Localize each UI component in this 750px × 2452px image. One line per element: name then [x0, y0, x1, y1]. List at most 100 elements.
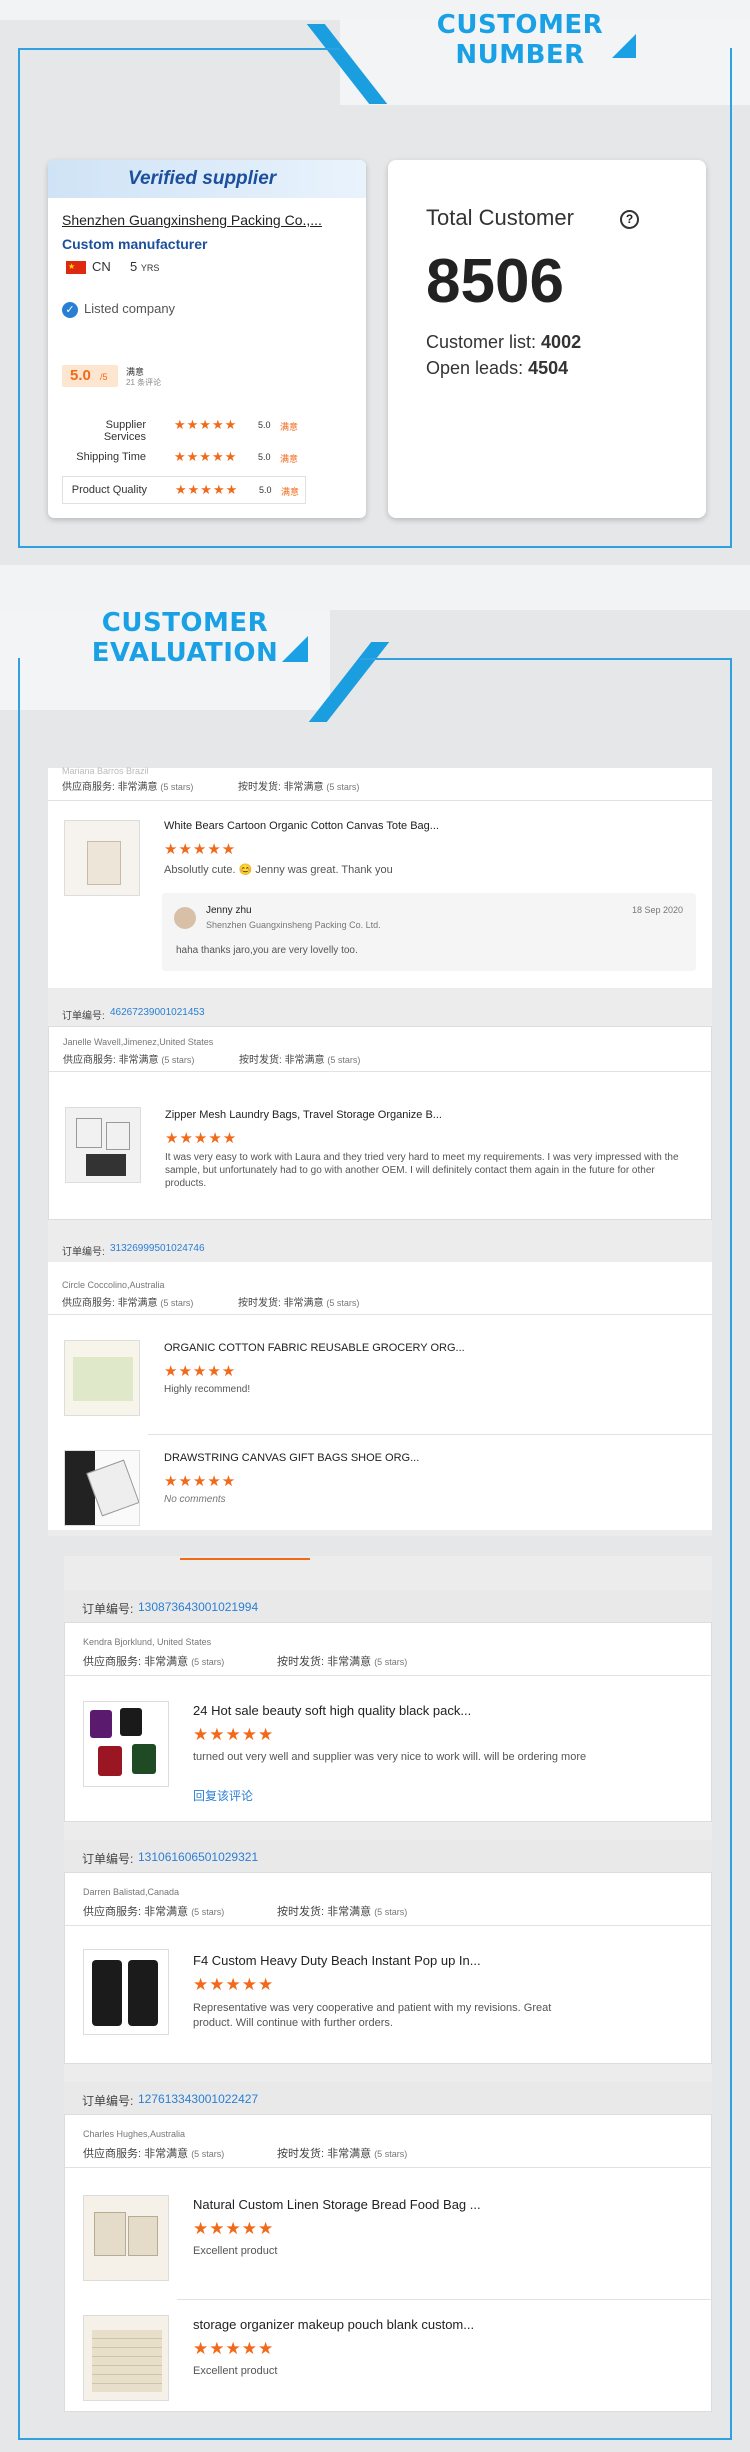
service-value: 非常满意	[144, 2148, 189, 2160]
service-row: 供应商服务: 非常满意 (5 stars)	[83, 2145, 224, 2161]
ship-value: 非常满意	[283, 1298, 324, 1309]
total-customer-card: Total Customer ? 8506 Customer list: 400…	[388, 160, 706, 518]
eval-frame-top-line	[360, 658, 732, 660]
listed-company: Listed company	[84, 301, 176, 316]
customer-list-value: 4002	[541, 332, 582, 352]
tab-underline	[180, 1558, 310, 1560]
buyer-name: Janelle Wavell,Jimenez,United States	[63, 1037, 214, 1047]
rating-label: Product Quality	[71, 484, 147, 496]
rating-label: Supplier Services	[103, 419, 146, 443]
order-number-link[interactable]: 130873643001021994	[138, 1600, 258, 1614]
service-label: 供应商服务:	[83, 1906, 142, 1918]
supplier-name-link[interactable]: Shenzhen Guangxinsheng Packing Co.,...	[62, 212, 358, 228]
ship-stars-note: (5 stars)	[326, 1298, 360, 1308]
rating-row: Shipping Time ★★★★★ 5.0 满意	[62, 444, 306, 472]
ship-row: 按时发货: 非常满意 (5 stars)	[238, 778, 359, 793]
rating-stars: ★★★★★	[174, 417, 238, 432]
order-label: 订单编号:	[62, 1247, 105, 1258]
tote-bag-image	[87, 841, 121, 885]
order-label: 订单编号:	[82, 1852, 134, 1866]
rating-value: 5.0	[259, 485, 272, 495]
customer-list-label: Customer list:	[426, 332, 537, 352]
mesh-bag-image	[76, 1118, 102, 1148]
buyer-name: Mariana Barros Brazil	[62, 766, 149, 776]
china-flag-icon: ★	[66, 261, 86, 274]
product-title[interactable]: White Bears Cartoon Organic Cotton Canva…	[164, 820, 439, 832]
help-icon[interactable]: ?	[620, 210, 639, 229]
rating-tag: 满意	[280, 422, 299, 432]
review-comment: No comments	[164, 1494, 226, 1505]
order-number-link[interactable]: 131061606501029321	[138, 1850, 258, 1864]
review-comment: turned out very well and supplier was ve…	[193, 1751, 587, 1763]
divider	[177, 2299, 713, 2300]
pouch-stack-image	[92, 2330, 162, 2392]
ship-row: 按时发货: 非常满意 (5 stars)	[238, 1294, 359, 1309]
divider	[148, 1434, 712, 1435]
rating-stars: ★★★★★	[164, 1363, 237, 1380]
rating-stars: ★★★★★	[164, 841, 237, 858]
order-number-link[interactable]: 127613343001022427	[138, 2092, 258, 2106]
reply-review-link[interactable]: 回复该评论	[193, 1787, 253, 1804]
order-bar: 订单编号: 130873643001021994	[64, 1590, 712, 1622]
years-unit: YRS	[140, 263, 160, 273]
product-title[interactable]: Natural Custom Linen Storage Bread Food …	[193, 2197, 481, 2212]
open-leads-row: Open leads: 4504	[426, 358, 568, 379]
open-leads-label: Open leads:	[426, 358, 524, 378]
service-row: 供应商服务: 非常满意 (5 stars)	[63, 1051, 194, 1066]
service-stars-note: (5 stars)	[191, 1657, 225, 1667]
years-value: 5	[130, 259, 138, 274]
open-leads-value: 4504	[528, 358, 569, 378]
service-value: 非常满意	[144, 1906, 189, 1918]
rating-stars: ★★★★★	[193, 1975, 275, 1994]
rating-stars: ★★★★★	[175, 482, 239, 497]
ship-row: 按时发货: 非常满意 (5 stars)	[277, 1903, 407, 1919]
product-thumbnail[interactable]	[83, 1701, 169, 1787]
service-value: 非常满意	[117, 1298, 158, 1309]
order-number-link[interactable]: 46267239001021453	[110, 1007, 205, 1018]
product-title[interactable]: ORGANIC COTTON FABRIC REUSABLE GROCERY O…	[164, 1342, 465, 1354]
service-value: 非常满意	[144, 1656, 189, 1668]
product-thumbnail[interactable]	[83, 2195, 169, 2281]
rating-stars: ★★★★★	[164, 1473, 237, 1490]
rating-stars: ★★★★★	[174, 449, 238, 464]
ship-label: 按时发货:	[277, 2148, 325, 2160]
buyer-name: Circle Coccolino,Australia	[62, 1280, 165, 1290]
ship-label: 按时发货:	[238, 782, 281, 793]
product-thumbnail[interactable]	[64, 1340, 140, 1416]
ship-stars-note: (5 stars)	[374, 2149, 408, 2159]
divider	[65, 2167, 713, 2168]
service-label: 供应商服务:	[63, 1055, 116, 1066]
review-comment: Excellent product	[193, 2245, 278, 2257]
pouch-image	[120, 1708, 142, 1736]
rating-row: Supplier Services ★★★★★ 5.0 满意	[62, 412, 306, 443]
product-title[interactable]: DRAWSTRING CANVAS GIFT BAGS SHOE ORG...	[164, 1452, 419, 1464]
review-block-4: Kendra Bjorklund, United States 供应商服务: 非…	[64, 1622, 713, 1822]
review-block-2: Janelle Wavell,Jimenez,United States 供应商…	[48, 1026, 713, 1220]
linen-bag-image	[128, 2216, 158, 2256]
product-thumbnail[interactable]	[64, 820, 140, 896]
score-value: 5.0	[70, 367, 91, 384]
total-title: Total Customer	[426, 205, 574, 230]
product-thumbnail[interactable]	[65, 1107, 141, 1183]
product-thumbnail[interactable]	[83, 1949, 169, 2035]
buyer-name: Darren Balistad,Canada	[83, 1887, 180, 1897]
product-title[interactable]: storage organizer makeup pouch blank cus…	[193, 2317, 474, 2332]
ship-label: 按时发货:	[277, 1906, 325, 1918]
order-label: 订单编号:	[82, 2094, 134, 2108]
ship-label: 按时发货:	[238, 1298, 281, 1309]
order-number-link[interactable]: 31326999501024746	[110, 1243, 205, 1254]
product-title[interactable]: 24 Hot sale beauty soft high quality bla…	[193, 1703, 471, 1718]
product-title[interactable]: F4 Custom Heavy Duty Beach Instant Pop u…	[193, 1953, 481, 1968]
ship-stars-note: (5 stars)	[326, 782, 360, 792]
product-thumbnail[interactable]	[83, 2315, 169, 2401]
rating-stars: ★★★★★	[165, 1130, 238, 1147]
product-thumbnail[interactable]	[64, 1450, 140, 1526]
supplier-type: Custom manufacturer	[62, 236, 208, 252]
service-stars-note: (5 stars)	[191, 2149, 225, 2159]
review-comment: Absolutly cute. 😊 Jenny was great. Thank…	[164, 864, 393, 876]
product-title[interactable]: Zipper Mesh Laundry Bags, Travel Storage…	[165, 1109, 442, 1121]
rating-tag: 满意	[281, 487, 300, 497]
service-stars-note: (5 stars)	[161, 1055, 195, 1065]
reply-company: Shenzhen Guangxinsheng Packing Co. Ltd.	[206, 920, 381, 930]
order-bar: 订单编号: 46267239001021453	[48, 1000, 712, 1026]
